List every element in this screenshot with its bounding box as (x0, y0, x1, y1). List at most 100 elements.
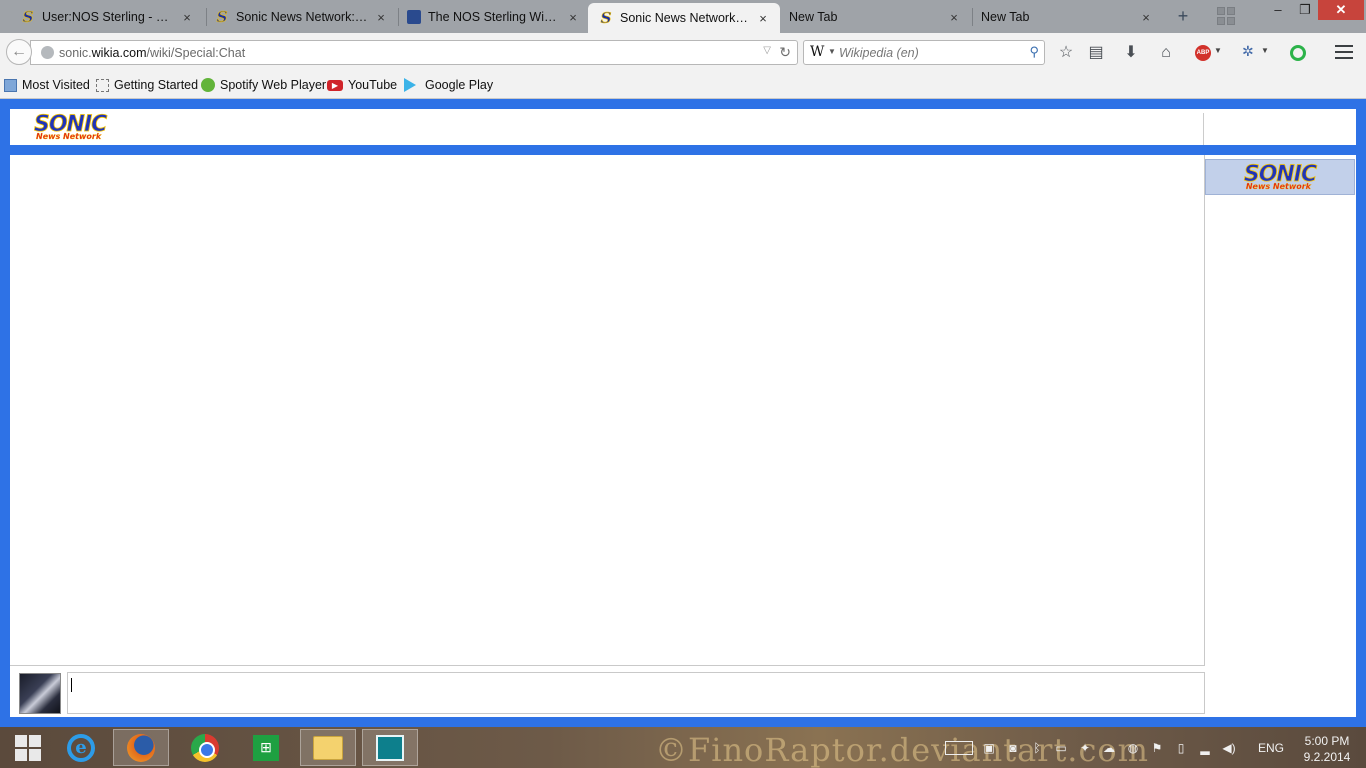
home-icon[interactable]: ⌂ (1155, 42, 1177, 64)
firefox-icon (127, 733, 155, 762)
close-icon[interactable]: × (180, 10, 194, 25)
youtube-icon: ▶ (327, 79, 343, 91)
bookmarks-toolbar: Most Visited Getting Started Spotify Web… (0, 71, 1366, 99)
system-tray: ▣ ◙ ᛒ ▭ ✦ ☁ ◍ ⚑ ▯ ▂ ◀) (945, 739, 1237, 757)
taskbar-internet-explorer[interactable]: e (53, 729, 109, 766)
close-icon[interactable]: × (947, 10, 961, 25)
message-input[interactable] (67, 672, 1205, 714)
input-language[interactable]: ENG (1258, 741, 1284, 755)
sonic-news-network-logo[interactable]: SONIC News Network (34, 113, 108, 141)
action-center-flag-icon[interactable]: ⚑ (1149, 741, 1165, 755)
taskbar-chrome[interactable] (177, 729, 233, 766)
google-play-icon (404, 78, 416, 92)
taskbar-photos[interactable] (362, 729, 418, 766)
bookmark-label: YouTube (348, 78, 398, 92)
tab-title: Sonic News Network: ... (620, 11, 750, 25)
bookmark-most-visited[interactable]: Most Visited (4, 78, 90, 92)
url-text[interactable]: sonic.wikia.com/wiki/Special:Chat (59, 46, 245, 60)
chat-header: SONIC News Network (10, 109, 1356, 149)
bookmark-google-play[interactable]: Google Play (404, 78, 493, 92)
user-avatar[interactable] (19, 673, 61, 714)
bookmark-spotify[interactable]: Spotify Web Player (201, 78, 326, 92)
most-visited-icon (4, 78, 17, 92)
chat-user-list: SONIC News Network (1205, 155, 1356, 717)
power-icon[interactable]: ▯ (1173, 741, 1189, 755)
tray-app-icon[interactable]: ◙ (1005, 741, 1021, 755)
cursor-addon-icon[interactable]: ✲ (1242, 43, 1254, 60)
tab-title: Sonic News Network:Al... (236, 10, 368, 24)
tab-groups-icon[interactable] (1217, 7, 1235, 25)
clock-time: 5:00 PM (1304, 734, 1350, 748)
chevron-down-icon[interactable]: ▼ (1214, 46, 1222, 55)
back-button[interactable]: ← (6, 39, 32, 65)
tray-app-icon[interactable]: ◍ (1125, 741, 1141, 755)
bookmark-youtube[interactable]: ▶ YouTube (327, 78, 397, 92)
tab-user-nos-sterling[interactable]: S User:NOS Sterling - Son... × (0, 3, 204, 31)
sonic-s-icon: S (22, 8, 34, 27)
close-icon[interactable]: × (566, 10, 580, 25)
chrome-icon (191, 733, 219, 762)
chevron-down-icon[interactable]: ▼ (828, 47, 836, 56)
tab-new-tab[interactable]: New Tab × (779, 3, 971, 31)
tray-app-icon[interactable]: ▣ (981, 741, 997, 755)
clock[interactable]: 5:00 PM 9.2.2014 (1296, 733, 1358, 765)
getting-started-icon (96, 78, 109, 92)
chat-input-bar (10, 666, 1205, 717)
text-caret (71, 678, 72, 692)
tray-app-icon[interactable]: ▭ (1053, 741, 1069, 755)
new-tab-button[interactable]: + (1172, 6, 1194, 26)
taskbar-store[interactable]: ⊞ (238, 729, 294, 766)
download-icon[interactable]: ⬇ (1120, 42, 1142, 64)
windows-logo-icon (15, 734, 41, 761)
bluetooth-icon[interactable]: ᛒ (1029, 741, 1045, 755)
minimize-button[interactable]: – (1264, 0, 1292, 20)
network-signal-icon[interactable]: ▂ (1197, 741, 1213, 755)
restore-button[interactable]: ❐ (1292, 0, 1318, 20)
globe-icon (41, 46, 54, 59)
tab-strip: S User:NOS Sterling - Son... × S Sonic N… (0, 0, 1366, 33)
tab-title: New Tab (789, 10, 838, 24)
close-icon[interactable]: × (1139, 10, 1153, 25)
tray-app-icon[interactable]: ✦ (1077, 741, 1093, 755)
search-input[interactable]: Wikipedia (en) (839, 46, 919, 60)
tab-title: The NOS Sterling Wiki: ... (428, 10, 560, 24)
url-bar[interactable]: sonic.wikia.com/wiki/Special:Chat ▽ ↻ (30, 40, 798, 65)
wikipedia-icon[interactable]: W (810, 44, 824, 60)
header-divider (1203, 113, 1204, 145)
bookmark-getting-started[interactable]: Getting Started (96, 78, 198, 92)
close-window-button[interactable]: ✕ (1318, 0, 1364, 20)
tab-nos-sterling-wiki[interactable]: The NOS Sterling Wiki: ... × (386, 3, 590, 31)
hamburger-menu-icon[interactable] (1335, 45, 1353, 59)
search-icon[interactable]: ⚲ (1029, 44, 1039, 60)
tab-title: User:NOS Sterling - Son... (42, 10, 174, 24)
start-button[interactable] (0, 729, 56, 766)
sync-ring-icon[interactable] (1290, 45, 1306, 61)
cloud-icon[interactable]: ☁ (1101, 741, 1117, 755)
taskbar-file-explorer[interactable] (300, 729, 356, 766)
bookmark-label: Spotify Web Player (220, 78, 327, 92)
url-history-dropdown-icon[interactable]: ▽ (763, 45, 771, 56)
volume-icon[interactable]: ◀) (1221, 741, 1237, 755)
spotify-icon (201, 78, 215, 92)
chat-page: SONIC News Network SONIC News Network (0, 99, 1366, 727)
tab-new-tab-2[interactable]: New Tab × (971, 3, 1163, 31)
bookmark-star-icon[interactable]: ☆ (1055, 42, 1077, 64)
close-icon[interactable]: × (756, 11, 770, 26)
folder-icon (313, 735, 343, 760)
chevron-down-icon[interactable]: ▼ (1261, 46, 1269, 55)
windows-taskbar: e ⊞ ©FinoRaptor.deviantart.com ▣ ◙ ᛒ ▭ ✦… (0, 727, 1366, 768)
internet-explorer-icon: e (67, 733, 95, 762)
tab-sonic-news-network-al[interactable]: S Sonic News Network:Al... × (194, 3, 398, 31)
chat-message-area[interactable] (10, 155, 1205, 666)
bookmarks-menu-icon[interactable]: ▤ (1085, 42, 1107, 64)
bookmark-label: Most Visited (22, 78, 90, 92)
tab-title: New Tab (981, 10, 1030, 24)
tab-sonic-news-network-chat[interactable]: S Sonic News Network: ... × (588, 3, 780, 33)
search-bar[interactable]: W ▼ Wikipedia (en) ⚲ (803, 40, 1045, 65)
chat-room-entry[interactable]: SONIC News Network (1205, 159, 1355, 195)
taskbar-firefox[interactable] (113, 729, 169, 766)
reload-icon[interactable]: ↻ (779, 44, 791, 61)
adblock-plus-icon[interactable]: ABP (1195, 45, 1211, 61)
touch-keyboard-icon[interactable] (945, 741, 973, 755)
sonic-s-icon: S (600, 9, 612, 28)
